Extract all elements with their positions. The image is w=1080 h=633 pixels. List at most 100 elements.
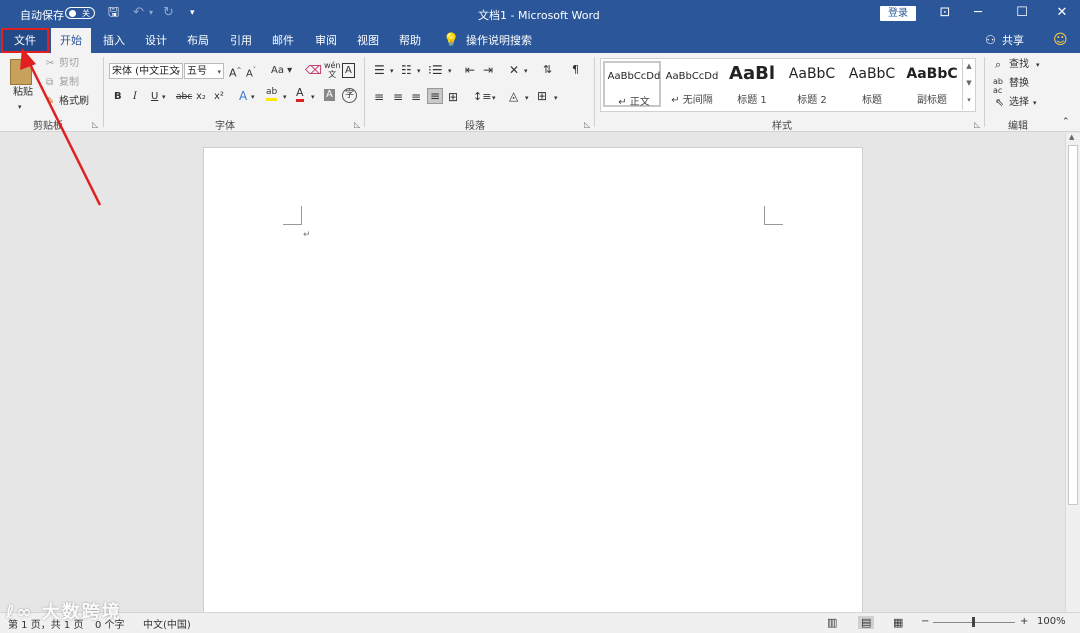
replace-icon[interactable]: ab ac (993, 77, 1003, 95)
line-spacing-dropdown-icon[interactable]: ▾ (492, 91, 496, 105)
sort-icon[interactable]: ⇅ (543, 63, 552, 77)
select-dropdown-icon[interactable]: ▾ (1033, 96, 1037, 110)
char-shading-icon[interactable]: A (324, 89, 335, 101)
decrease-indent-icon[interactable]: ⇤ (465, 63, 475, 77)
font-launcher-icon[interactable]: ◺ (354, 120, 360, 129)
font-name-combo[interactable]: 宋体 (中文正文 ▾ (109, 63, 183, 79)
web-layout-icon[interactable]: ▦ (893, 616, 903, 629)
save-icon[interactable]: 🖫 (108, 5, 119, 21)
smiley-feedback-icon[interactable]: ☺ (1053, 28, 1068, 53)
chinese-layout-icon[interactable]: ✕ (509, 63, 519, 77)
collapse-ribbon-icon[interactable]: ⌃ (1062, 115, 1070, 129)
read-mode-icon[interactable]: ▥ (827, 616, 837, 629)
scroll-up-icon[interactable]: ▲ (1069, 133, 1074, 141)
style-normal[interactable]: AaBbCcDd ↵ 正文 (603, 61, 661, 108)
undo-icon[interactable]: ↶ (133, 5, 144, 21)
styles-launcher-icon[interactable]: ◺ (974, 120, 980, 129)
tab-review[interactable]: 审阅 (308, 28, 344, 53)
font-color-dropdown-icon[interactable]: ▾ (311, 90, 315, 104)
chevron-down-icon[interactable]: ▼ (963, 75, 975, 92)
numbering-dropdown-icon[interactable]: ▾ (417, 64, 421, 78)
scroll-thumb[interactable] (1068, 145, 1078, 505)
minimize-icon[interactable]: ─ (966, 4, 990, 22)
customize-qat-icon[interactable]: ▾ (190, 5, 195, 21)
bullets-dropdown-icon[interactable]: ▾ (390, 64, 394, 78)
shading-dropdown-icon[interactable]: ▾ (525, 91, 529, 105)
tab-references[interactable]: 引用 (223, 28, 259, 53)
font-color-icon[interactable]: A (296, 87, 304, 102)
superscript-button[interactable]: x² (214, 90, 224, 104)
text-effects-icon[interactable]: A (239, 89, 247, 103)
line-spacing-icon[interactable]: ↕≡ (473, 90, 491, 104)
tell-me-search[interactable]: 操作说明搜索 (466, 28, 532, 53)
find-button[interactable]: 查找 (1009, 58, 1029, 72)
change-case-button[interactable]: Aa ▾ (271, 64, 292, 78)
align-center-icon[interactable]: ≡ (393, 90, 403, 104)
shading-icon[interactable]: ◬ (509, 89, 518, 103)
distributed-icon[interactable]: ⊞ (448, 90, 458, 104)
zoom-out-icon[interactable]: − (921, 616, 929, 627)
more-styles-icon[interactable]: ▾ (963, 92, 975, 109)
bullets-icon[interactable]: ☰ (374, 63, 385, 77)
subscript-button[interactable]: x₂ (196, 90, 206, 104)
font-size-combo[interactable]: 五号 ▾ (184, 63, 224, 79)
pinyin-guide-icon[interactable]: wén 文 (324, 61, 341, 79)
language-status[interactable]: 中文(中国) (143, 616, 191, 631)
show-marks-icon[interactable]: ¶ (572, 63, 579, 77)
borders-icon[interactable]: ⊞ (537, 89, 547, 103)
paragraph-launcher-icon[interactable]: ◺ (584, 120, 590, 129)
align-right-icon[interactable]: ≡ (411, 90, 421, 104)
login-button[interactable]: 登录 (880, 6, 916, 21)
styles-gallery-scroll[interactable]: ▲ ▼ ▾ (962, 58, 975, 110)
strikethrough-button[interactable]: abc (176, 90, 192, 104)
select-button[interactable]: 选择 (1009, 96, 1029, 110)
numbering-icon[interactable]: ☷ (401, 63, 412, 77)
style-heading-1[interactable]: AaBl 标题 1 (723, 61, 781, 107)
search-icon[interactable]: ⌕ (995, 58, 1001, 72)
underline-button[interactable]: U (151, 90, 158, 104)
char-border-icon[interactable]: A (342, 63, 355, 78)
find-dropdown-icon[interactable]: ▾ (1036, 58, 1040, 72)
style-subtitle[interactable]: AaBbC 副标题 (903, 61, 961, 107)
highlight-dropdown-icon[interactable]: ▾ (283, 90, 287, 104)
document-page[interactable]: ↵ (203, 147, 863, 617)
enclose-char-icon[interactable]: 字 (342, 88, 357, 103)
tab-layout[interactable]: 布局 (180, 28, 216, 53)
shrink-font-icon[interactable]: Aˇ (246, 64, 256, 81)
zoom-slider-thumb[interactable] (972, 617, 975, 627)
grow-font-icon[interactable]: A^ (229, 64, 242, 81)
style-heading-2[interactable]: AaBbC 标题 2 (783, 61, 841, 107)
zoom-in-icon[interactable]: + (1020, 616, 1028, 627)
italic-button[interactable]: I (133, 90, 137, 104)
tab-view[interactable]: 视图 (350, 28, 386, 53)
increase-indent-icon[interactable]: ⇥ (483, 63, 493, 77)
multilevel-dropdown-icon[interactable]: ▾ (448, 64, 452, 78)
tab-design[interactable]: 设计 (138, 28, 174, 53)
style-title[interactable]: AaBbC 标题 (843, 61, 901, 107)
style-no-spacing[interactable]: AaBbCcDd ↵ 无间隔 (663, 61, 721, 107)
multilevel-list-icon[interactable]: ⁝☰ (428, 63, 443, 77)
vertical-scrollbar[interactable]: ▲ (1065, 133, 1080, 612)
highlight-icon[interactable]: ab (266, 87, 278, 101)
zoom-level[interactable]: 100% (1037, 616, 1066, 627)
justify-icon[interactable]: ≡ (427, 88, 444, 104)
ribbon-display-icon[interactable]: ⊡ (933, 4, 957, 22)
chevron-up-icon[interactable]: ▲ (963, 58, 975, 75)
close-icon[interactable]: ✕ (1050, 4, 1074, 22)
cursor-arrow-icon[interactable]: ⇖ (995, 96, 1004, 110)
clear-format-icon[interactable]: ⌫ (305, 63, 322, 77)
undo-dropdown-icon[interactable]: ▾ (149, 5, 153, 21)
autosave-toggle[interactable]: 关 (65, 7, 95, 19)
underline-dropdown-icon[interactable]: ▾ (162, 90, 166, 104)
borders-dropdown-icon[interactable]: ▾ (554, 91, 558, 105)
replace-button[interactable]: 替换 (1009, 77, 1029, 91)
maximize-icon[interactable]: ☐ (1010, 4, 1034, 22)
tab-help[interactable]: 帮助 (392, 28, 428, 53)
tab-mailings[interactable]: 邮件 (265, 28, 301, 53)
chinese-layout-dropdown-icon[interactable]: ▾ (524, 64, 528, 78)
redo-icon[interactable]: ↻ (163, 5, 174, 21)
print-layout-icon[interactable]: ▤ (858, 616, 875, 629)
share-button[interactable]: 共享 (1002, 28, 1024, 53)
text-effects-dropdown-icon[interactable]: ▾ (251, 90, 255, 104)
align-left-icon[interactable]: ≡ (374, 90, 384, 104)
